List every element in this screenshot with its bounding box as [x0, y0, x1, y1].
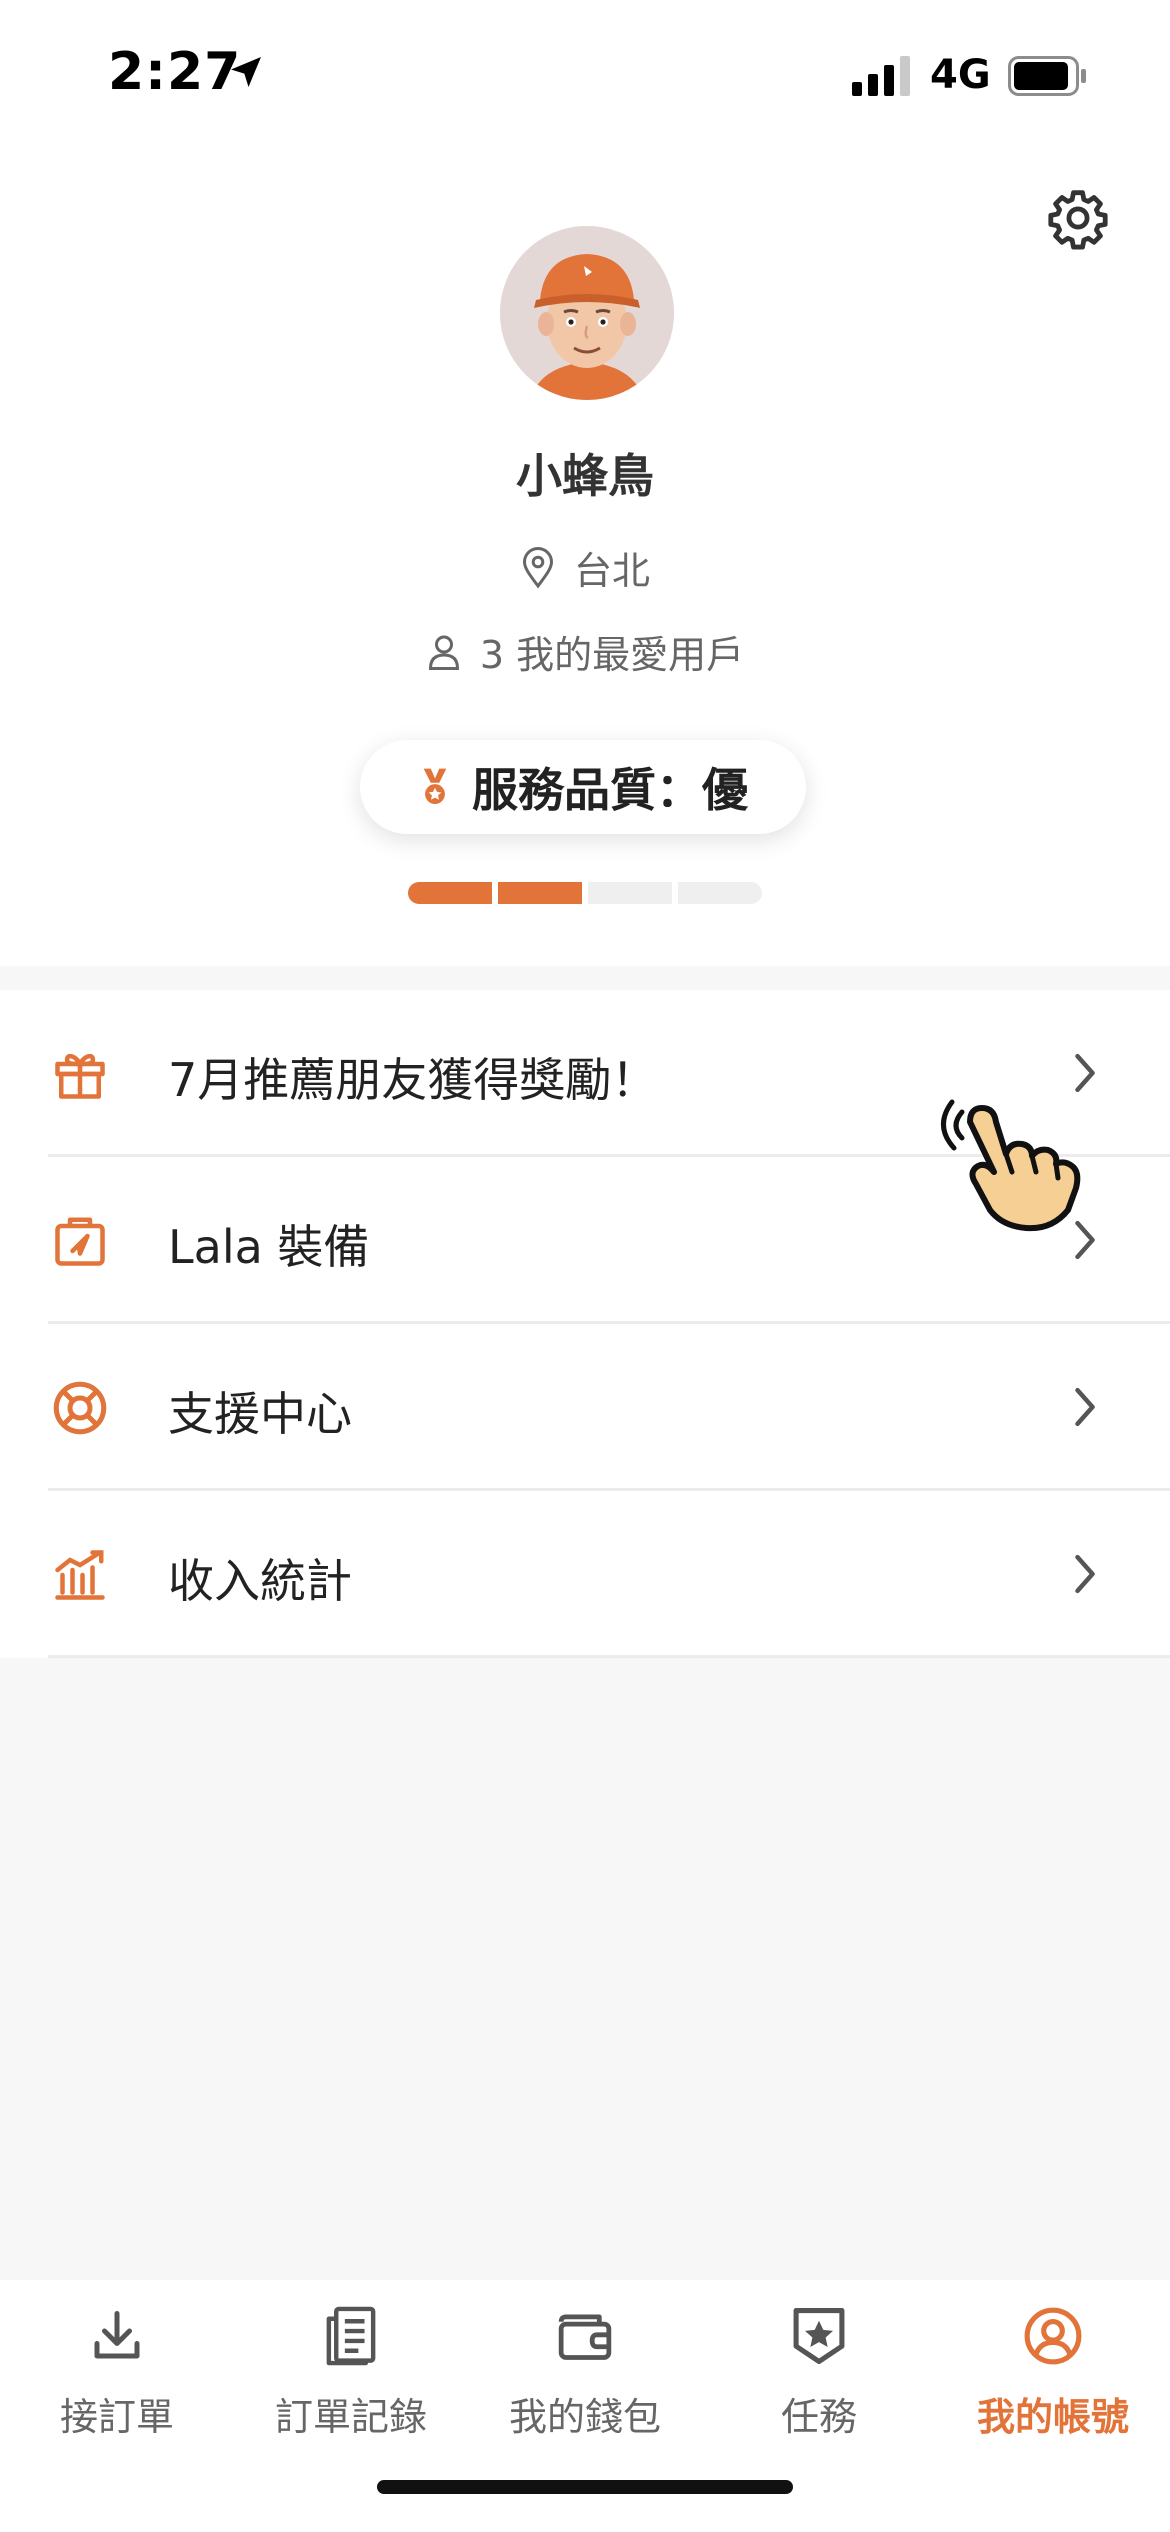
chart-icon: [55, 1550, 105, 1600]
quality-segment: [588, 882, 672, 904]
tab-order-history[interactable]: 訂單記錄: [234, 2280, 468, 2460]
bottom-tab-bar: 接訂單 訂單記錄 我的錢包 任務 我的帳號: [0, 2280, 1170, 2532]
bag-icon: [55, 1217, 105, 1266]
status-time: 2:27: [108, 42, 242, 102]
menu-item-support[interactable]: 支援中心: [0, 1324, 1170, 1491]
avatar[interactable]: [500, 226, 674, 400]
user-icon: [428, 635, 459, 670]
signal-icon: [852, 56, 910, 96]
tab-label: 訂單記錄: [274, 2395, 427, 2439]
chevron-right-icon: [1075, 1053, 1095, 1093]
tab-label: 接訂單: [59, 2395, 174, 2439]
location-text: 台北: [573, 549, 650, 593]
tab-label: 任務: [780, 2395, 857, 2439]
profile-name: 小蜂鳥: [516, 449, 654, 503]
quality-segment: [678, 882, 762, 904]
wallet-icon: [558, 2314, 612, 2360]
home-indicator: [377, 2480, 793, 2494]
menu-item-label: 7月推薦朋友獲得獎勵！: [168, 1053, 658, 1107]
pointing-hand-icon: [941, 1099, 1081, 1232]
tab-my-account[interactable]: 我的帳號: [936, 2280, 1170, 2460]
menu-item-label: Lala 裝備: [168, 1220, 370, 1274]
menu-item-income[interactable]: 收入統計: [0, 1491, 1170, 1658]
medal-icon: [423, 768, 447, 804]
tab-label: 我的帳號: [976, 2395, 1129, 2439]
tab-label: 我的錢包: [508, 2395, 661, 2439]
lifebuoy-icon: [53, 1381, 107, 1435]
tab-tasks[interactable]: 任務: [702, 2280, 936, 2460]
location-row: 台北: [0, 540, 1170, 595]
tab-wallet[interactable]: 我的錢包: [468, 2280, 702, 2460]
gift-icon: [55, 1053, 105, 1099]
chevron-right-icon: [1075, 1554, 1095, 1594]
network-label: 4G: [930, 52, 991, 98]
quality-segment: [498, 882, 582, 904]
service-quality-label: 服務品質：優: [472, 763, 748, 817]
tab-accept-orders[interactable]: 接訂單: [0, 2280, 234, 2460]
user-circle-icon: [1024, 2307, 1082, 2365]
quality-segment: [408, 882, 492, 904]
menu-item-label: 支援中心: [168, 1387, 352, 1441]
favorites-row[interactable]: 3 我的最愛用戶: [0, 624, 1170, 679]
document-icon: [326, 2306, 376, 2366]
avatar-illustration: [500, 226, 674, 400]
divider: [48, 1655, 1170, 1658]
map-pin-icon: [522, 546, 553, 589]
battery-icon: [1008, 56, 1086, 96]
service-quality-pill[interactable]: 服務品質：優: [360, 740, 806, 834]
menu-item-label: 收入統計: [168, 1554, 352, 1608]
profile-section: 小蜂鳥 台北 3 我的最愛用戶 服務品質：優: [0, 150, 1170, 966]
chevron-right-icon: [1075, 1387, 1095, 1427]
download-icon: [94, 2311, 140, 2359]
favorites-text: 3 我的最愛用戶: [479, 633, 745, 677]
account-menu: 7月推薦朋友獲得獎勵！ Lala 裝備 支援中心 收入統計: [0, 990, 1170, 1658]
location-arrow-icon: [231, 57, 261, 87]
star-badge-icon: [793, 2308, 845, 2364]
status-bar: 2:27 4G: [0, 0, 1170, 150]
settings-gear-icon[interactable]: [1046, 186, 1110, 250]
quality-level-bar: [408, 882, 762, 904]
